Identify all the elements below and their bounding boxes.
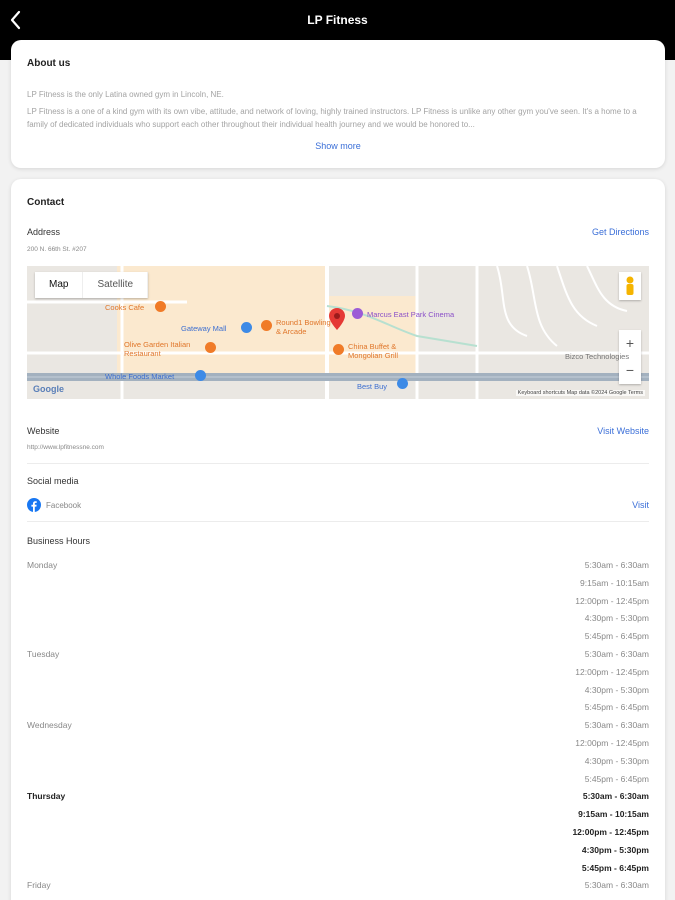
about-body: LP Fitness is a one of a kind gym with i…	[27, 107, 637, 129]
map-label-round1: Round1 Bowling & Arcade	[276, 318, 331, 336]
time-slot: 5:45pm - 6:45pm	[584, 773, 649, 784]
address-value: 200 N. 66th St. #207	[27, 246, 87, 253]
restaurant-poi-icon[interactable]	[205, 342, 216, 353]
zoom-out-button[interactable]: −	[619, 357, 641, 384]
map-view[interactable]: Map Satellite + − Cooks Cafe Gateway Mal…	[27, 266, 649, 399]
show-more-link[interactable]: Show more	[11, 141, 665, 151]
map-type-toggle: Map Satellite	[35, 272, 149, 298]
time-slot: 5:45pm - 6:45pm	[584, 631, 649, 642]
cinema-poi-icon[interactable]	[352, 308, 363, 319]
website-url: http://www.lpfitnessne.com	[27, 444, 104, 451]
map-label-marcus: Marcus East Park Cinema	[367, 310, 455, 319]
time-slot: 12:00pm - 12:45pm	[575, 666, 649, 677]
day-label: Thursday	[27, 791, 66, 802]
time-slot: 4:30pm - 5:30pm	[584, 755, 649, 766]
google-logo: Google	[33, 384, 64, 394]
about-card: About us LP Fitness is the only Latina o…	[11, 40, 665, 168]
social-media-label: Social media	[27, 476, 79, 486]
visit-website-link[interactable]: Visit Website	[597, 426, 649, 436]
time-slot: 12:00pm - 12:45pm	[575, 595, 649, 606]
day-label: Monday	[27, 560, 58, 570]
time-slot: 5:30am - 6:30am	[584, 720, 649, 731]
about-heading: About us	[27, 58, 71, 69]
map-attribution: Keyboard shortcuts Map data ©2024 Google…	[515, 390, 645, 396]
bowling-poi-icon[interactable]	[261, 320, 272, 331]
contact-heading: Contact	[27, 197, 65, 208]
map-label-cooks: Cooks Cafe	[105, 303, 145, 312]
map-label-bizco: Bizco Technologies	[565, 352, 630, 361]
time-slot: 5:30am - 6:30am	[584, 560, 649, 570]
facebook-icon	[27, 498, 41, 512]
day-label: Wednesday	[27, 720, 72, 731]
time-slot: 5:45pm - 6:45pm	[581, 862, 649, 873]
time-slot: 5:30am - 6:30am	[582, 791, 649, 802]
map-label-olive: Olive Garden Italian Restaurant	[124, 340, 191, 358]
satellite-tab[interactable]: Satellite	[83, 272, 149, 298]
time-slot: 5:30am - 6:30am	[584, 649, 649, 659]
time-slot: 4:30pm - 5:30pm	[581, 844, 649, 855]
restaurant-poi-icon[interactable]	[333, 344, 344, 355]
facebook-label: Facebook	[46, 501, 82, 510]
shopping-poi-icon[interactable]	[241, 322, 252, 333]
page-title: LP Fitness	[307, 13, 368, 27]
time-slot: 5:30am - 6:30am	[584, 880, 649, 891]
shopping-poi-icon[interactable]	[397, 378, 408, 389]
location-pin-icon[interactable]	[329, 308, 345, 330]
map-label-bestbuy: Best Buy	[357, 382, 388, 391]
map-label-china: China Buffet & Mongolian Grill	[348, 342, 399, 360]
website-label: Website	[27, 426, 60, 436]
day-label: Friday	[27, 880, 51, 891]
time-slot: 12:00pm - 12:45pm	[575, 738, 649, 748]
get-directions-link[interactable]: Get Directions	[592, 227, 649, 237]
about-intro: LP Fitness is the only Latina owned gym …	[27, 90, 224, 99]
map-label-gateway: Gateway Mall	[181, 324, 227, 333]
divider	[27, 463, 649, 464]
restaurant-poi-icon[interactable]	[155, 301, 166, 312]
time-slot: 4:30pm - 5:30pm	[584, 684, 649, 695]
day-label: Tuesday	[27, 649, 60, 659]
time-slot: 9:15am - 10:15am	[578, 809, 649, 820]
visit-facebook-link[interactable]: Visit	[632, 500, 649, 510]
address-label: Address	[27, 227, 61, 237]
divider	[27, 521, 649, 522]
grocery-poi-icon[interactable]	[195, 370, 206, 381]
time-slot: 12:00pm - 12:45pm	[572, 827, 649, 837]
time-slot: 9:15am - 10:15am	[580, 577, 649, 588]
map-tab[interactable]: Map	[35, 272, 84, 298]
map-label-wholefoods: Whole Foods Market	[105, 372, 175, 381]
street-view-pegman-icon[interactable]	[619, 272, 641, 300]
contact-card: Contact Address 200 N. 66th St. #207 Get…	[11, 179, 665, 900]
time-slot: 5:45pm - 6:45pm	[584, 702, 649, 713]
time-slot: 4:30pm - 5:30pm	[584, 613, 649, 624]
business-hours-heading: Business Hours	[27, 536, 91, 546]
